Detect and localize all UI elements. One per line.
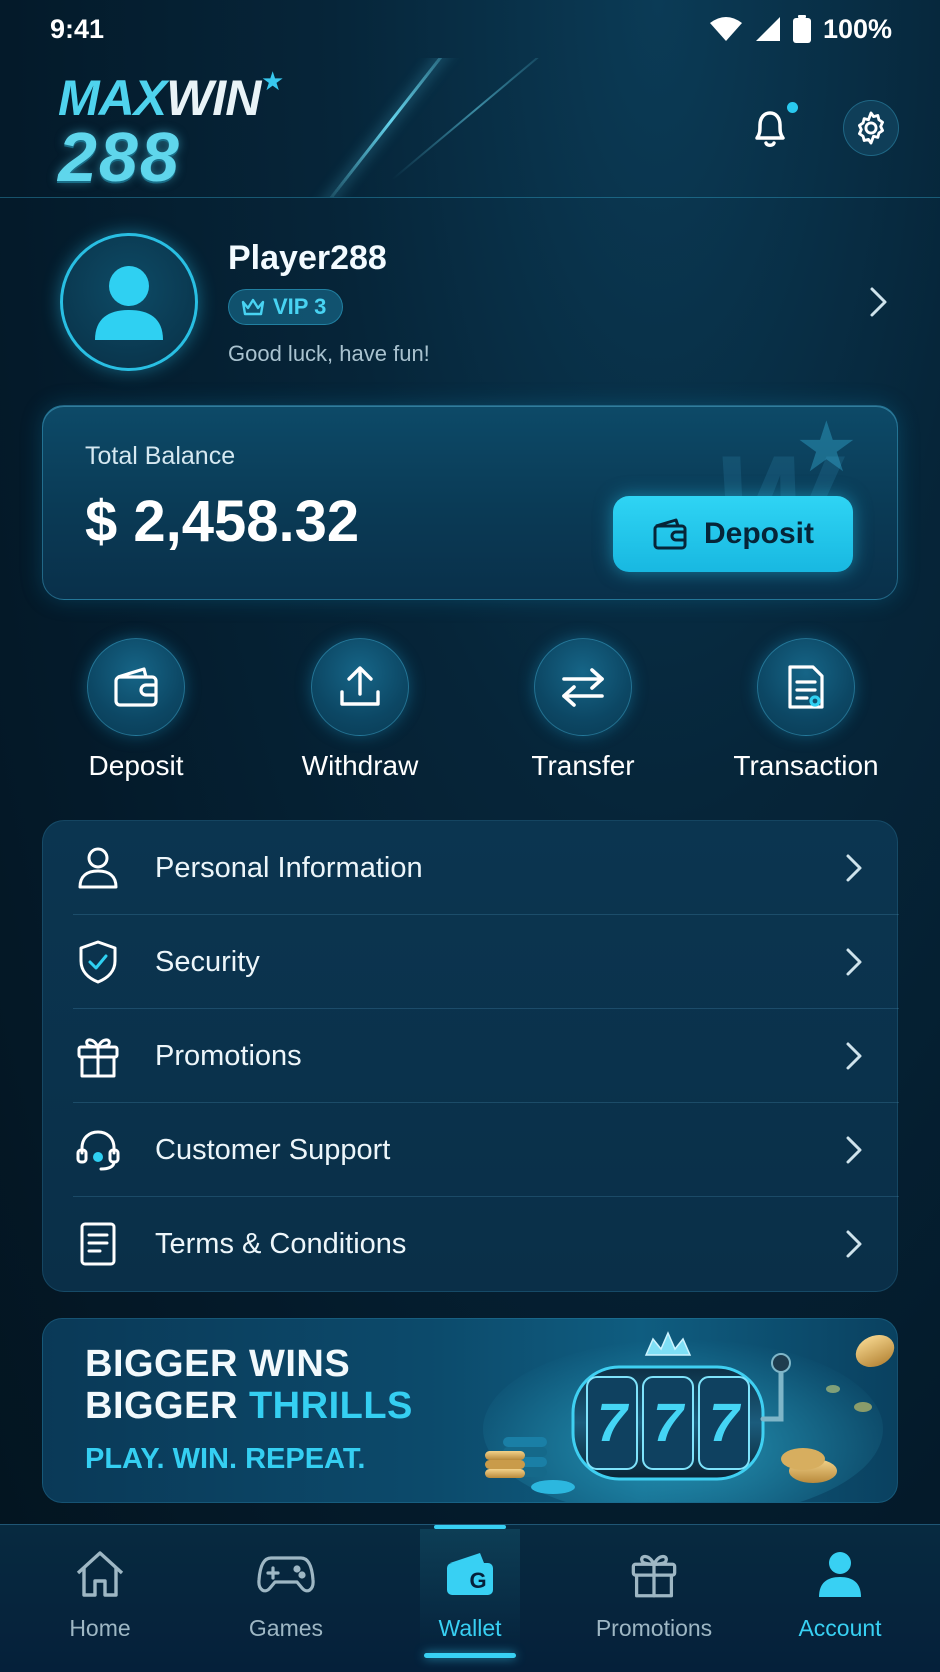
gamepad-icon	[257, 1556, 315, 1593]
vip-level: VIP 3	[273, 294, 327, 319]
svg-text:G: G	[469, 1568, 486, 1593]
avatar	[60, 233, 198, 371]
action-withdraw[interactable]: Withdraw	[260, 638, 460, 782]
wifi-icon	[709, 17, 742, 41]
banner-headline-2: BIGGER THRILLS	[85, 1385, 413, 1427]
action-label: Transfer	[531, 750, 635, 781]
account-menu: Personal Information Security Promotions	[42, 820, 899, 1292]
action-label: Transaction	[733, 750, 879, 781]
profile-summary[interactable]: Player288 VIP 3 Good luck, have fun!	[60, 233, 900, 373]
wallet-icon: G	[447, 1553, 493, 1595]
decorative-light-beam	[391, 58, 562, 181]
gift-icon	[77, 1038, 119, 1078]
transfer-icon	[562, 668, 604, 707]
player-name: Player288	[228, 239, 387, 277]
svg-text:7: 7	[709, 1393, 742, 1453]
chevron-right-icon	[846, 1136, 862, 1164]
action-label: Withdraw	[301, 750, 419, 781]
nav-promotions[interactable]: Promotions	[574, 1545, 734, 1642]
menu-item-security[interactable]: Security	[43, 915, 899, 1009]
status-time: 9:41	[50, 13, 105, 44]
receipt-icon	[788, 665, 824, 709]
profile-tagline: Good luck, have fun!	[228, 341, 430, 366]
nav-account[interactable]: Account	[760, 1545, 920, 1642]
action-transaction[interactable]: Transaction	[706, 638, 906, 782]
banner-headline: BIGGER WINS	[85, 1343, 351, 1385]
menu-item-terms-conditions[interactable]: Terms & Conditions	[43, 1197, 899, 1291]
nav-home[interactable]: Home	[20, 1545, 180, 1642]
bottom-navigation: Home Games G Wallet Promotions Account	[0, 1524, 940, 1672]
deposit-button-label: Deposit	[703, 517, 814, 550]
chevron-right-icon	[870, 287, 887, 317]
chevron-right-icon	[846, 1230, 862, 1258]
chevron-right-icon	[846, 854, 862, 882]
action-transfer[interactable]: Transfer	[483, 638, 683, 782]
gear-icon	[858, 111, 884, 145]
logo-star-icon: ★	[261, 66, 285, 96]
user-icon	[819, 1552, 861, 1597]
vip-badge: VIP 3	[228, 289, 344, 325]
decorative-light-beam	[310, 58, 473, 197]
watermark-star-icon: ★	[795, 408, 858, 486]
svg-text:7: 7	[597, 1393, 630, 1453]
status-bar: 9:41 100%	[0, 0, 940, 58]
cellular-icon	[755, 17, 780, 41]
user-icon	[78, 847, 118, 889]
wallet-icon	[653, 518, 687, 550]
status-icons: 100%	[709, 14, 892, 45]
document-icon	[80, 1222, 116, 1266]
balance-amount: $ 2,458.32	[85, 489, 360, 554]
menu-item-customer-support[interactable]: Customer Support	[43, 1103, 899, 1197]
app-header: ★ MAXWIN 288	[0, 58, 940, 198]
gift-icon	[631, 1554, 677, 1598]
brand-logo: ★ MAXWIN 288	[58, 66, 285, 196]
notification-dot	[787, 102, 798, 113]
shield-icon	[79, 940, 117, 984]
promo-banner[interactable]: BIGGER WINS BIGGER THRILLS PLAY. WIN. RE…	[42, 1318, 898, 1503]
upload-icon	[340, 666, 380, 706]
menu-item-personal-information[interactable]: Personal Information	[43, 821, 899, 915]
settings-button[interactable]	[843, 100, 899, 156]
slot-machine-illustration: 7 7 7	[483, 1331, 895, 1502]
nav-games[interactable]: Games	[206, 1545, 366, 1642]
active-tab-indicator	[434, 1525, 506, 1529]
user-avatar-icon	[95, 266, 163, 340]
headset-icon	[76, 1130, 120, 1171]
battery-icon	[792, 15, 811, 43]
quick-actions: Deposit Withdraw Transfer Transaction	[0, 638, 940, 788]
wallet-icon	[114, 667, 158, 707]
nav-wallet[interactable]: G Wallet	[390, 1545, 550, 1642]
menu-item-promotions[interactable]: Promotions	[43, 1009, 899, 1103]
banner-tagline: PLAY. WIN. REPEAT.	[85, 1443, 366, 1475]
battery-percent: 100%	[822, 13, 892, 44]
balance-card: W ★ Total Balance $ 2,458.32 Deposit	[42, 405, 898, 600]
home-icon	[76, 1551, 124, 1597]
crown-icon	[241, 298, 265, 316]
action-deposit[interactable]: Deposit	[36, 638, 236, 782]
svg-text:7: 7	[653, 1393, 686, 1453]
active-tab-underline	[424, 1653, 516, 1658]
action-label: Deposit	[88, 750, 184, 781]
balance-label: Total Balance	[85, 442, 236, 470]
chevron-right-icon	[846, 948, 862, 976]
deposit-button[interactable]: Deposit	[613, 496, 853, 572]
chevron-right-icon	[846, 1042, 862, 1070]
